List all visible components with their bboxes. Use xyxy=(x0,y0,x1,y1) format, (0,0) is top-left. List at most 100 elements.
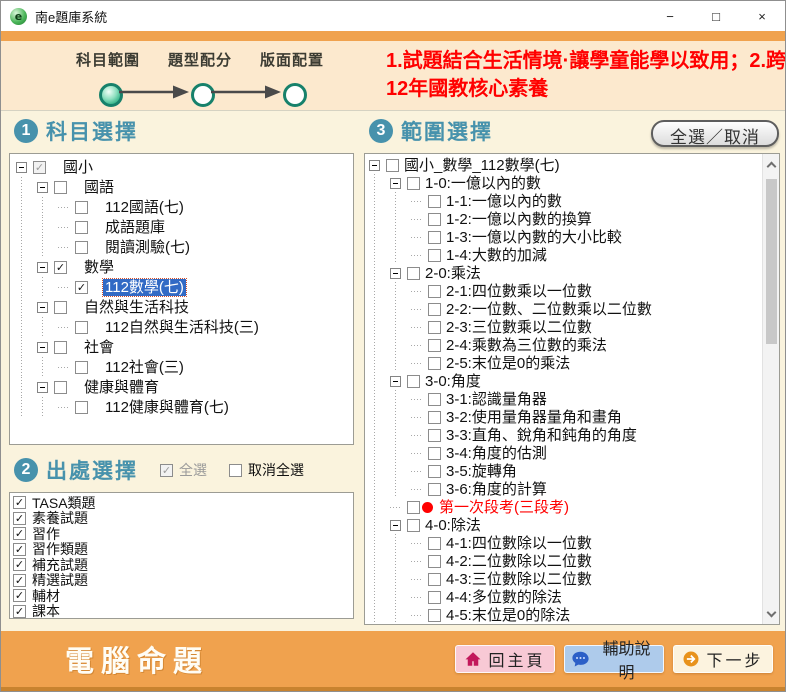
tree-row[interactable]: 健康與體育 xyxy=(16,377,353,397)
tree-row[interactable]: ✓ 數學 xyxy=(16,257,353,277)
tree-row[interactable]: 4-1:四位數除以一位數 xyxy=(369,534,762,552)
checkbox[interactable]: ✓ xyxy=(160,464,173,477)
tree-row[interactable]: 112社會(三) xyxy=(16,357,353,377)
checkbox[interactable] xyxy=(428,537,441,550)
scroll-down-button[interactable] xyxy=(763,605,779,622)
tree-label[interactable]: 國語 xyxy=(82,179,116,196)
source-list[interactable]: ✓TASA類題✓素養試題✓習作✓習作類題✓補充試題✓精選試題✓輔材✓課本 xyxy=(9,492,354,619)
tree-row[interactable]: 1-4:大數的加減 xyxy=(369,246,762,264)
source-item[interactable]: ✓課本 xyxy=(13,604,353,620)
tree-row[interactable]: 2-5:末位是0的乘法 xyxy=(369,354,762,372)
checkbox[interactable] xyxy=(428,555,441,568)
collapse-icon[interactable] xyxy=(16,162,27,173)
tree-row[interactable]: 3-4:角度的估測 xyxy=(369,444,762,462)
checkbox[interactable] xyxy=(386,159,399,172)
checkbox[interactable] xyxy=(428,339,441,352)
checkbox[interactable] xyxy=(428,303,441,316)
tree-label[interactable]: 數學 xyxy=(82,259,116,276)
checkbox[interactable]: ✓ xyxy=(33,161,46,174)
tree-row[interactable]: 成語題庫 xyxy=(16,217,353,237)
tree-row[interactable]: 1-1:一億以內的數 xyxy=(369,192,762,210)
tree-label[interactable]: 2-3:三位數乘以二位數 xyxy=(444,319,594,336)
tree-row[interactable]: 1-0:一億以內的數 xyxy=(369,174,762,192)
tree-label[interactable]: 1-0:一億以內的數 xyxy=(423,175,543,192)
checkbox[interactable] xyxy=(428,429,441,442)
tree-label[interactable]: 112自然與生活科技(三) xyxy=(103,319,261,336)
tree-row[interactable]: 2-3:三位數乘以二位數 xyxy=(369,318,762,336)
collapse-icon[interactable] xyxy=(390,520,401,531)
tree-label[interactable]: 3-2:使用量角器量角和畫角 xyxy=(444,409,624,426)
select-all-toggle-button[interactable]: 全選／取消 xyxy=(651,120,779,147)
checkbox[interactable]: ✓ xyxy=(13,558,26,571)
tree-label[interactable]: 健康與體育 xyxy=(82,379,161,396)
tree-label[interactable]: 2-5:末位是0的乘法 xyxy=(444,355,572,372)
checkbox[interactable]: ✓ xyxy=(13,589,26,602)
tree-label[interactable]: 國小 xyxy=(61,159,95,176)
checkbox[interactable] xyxy=(75,241,88,254)
tree-label[interactable]: 112國語(七) xyxy=(103,199,186,216)
checkbox[interactable]: ✓ xyxy=(13,512,26,525)
tree-label[interactable]: 1-1:一億以內的數 xyxy=(444,193,564,210)
tree-row[interactable]: 112健康與體育(七) xyxy=(16,397,353,417)
tree-row[interactable]: 4-5:末位是0的除法 xyxy=(369,606,762,624)
collapse-icon[interactable] xyxy=(390,178,401,189)
checkbox[interactable]: ✓ xyxy=(13,527,26,540)
checkbox[interactable] xyxy=(75,321,88,334)
tree-label[interactable]: 國小_數學_112數學(七) xyxy=(402,157,562,174)
tree-label[interactable]: 2-0:乘法 xyxy=(423,265,483,282)
tree-label[interactable]: 112健康與體育(七) xyxy=(103,399,231,416)
checkbox[interactable] xyxy=(428,573,441,586)
tree-row[interactable]: ✓112數學(七) xyxy=(16,277,353,297)
source-item[interactable]: ✓素養試題 xyxy=(13,511,353,527)
collapse-icon[interactable] xyxy=(37,382,48,393)
checkbox[interactable]: ✓ xyxy=(13,574,26,587)
tree-row[interactable]: 2-0:乘法 xyxy=(369,264,762,282)
checkbox[interactable] xyxy=(407,501,420,514)
tree-label[interactable]: 1-2:一億以內數的換算 xyxy=(444,211,594,228)
tree-row[interactable]: 1-2:一億以內數的換算 xyxy=(369,210,762,228)
tree-label[interactable]: 4-3:三位數除以二位數 xyxy=(444,571,594,588)
checkbox[interactable]: ✓ xyxy=(13,543,26,556)
tree-label[interactable]: 3-4:角度的估測 xyxy=(444,445,549,462)
checkbox[interactable]: ✓ xyxy=(13,605,26,618)
collapse-icon[interactable] xyxy=(37,182,48,193)
checkbox[interactable]: ✓ xyxy=(54,261,67,274)
collapse-icon[interactable] xyxy=(37,262,48,273)
tree-label[interactable]: 4-0:除法 xyxy=(423,517,483,534)
tree-row[interactable]: 第一次段考(三段考) xyxy=(369,498,762,516)
select-all-checkbox[interactable]: ✓ 全選 xyxy=(160,460,207,480)
tree-label[interactable]: 自然與生活科技 xyxy=(82,299,191,316)
tree-row[interactable]: 2-4:乘數為三位數的乘法 xyxy=(369,336,762,354)
close-button[interactable]: × xyxy=(739,1,785,31)
checkbox[interactable] xyxy=(75,201,88,214)
checkbox[interactable] xyxy=(428,483,441,496)
minimize-button[interactable]: − xyxy=(647,1,693,31)
source-item[interactable]: ✓精選試題 xyxy=(13,573,353,589)
tree-label[interactable]: 2-4:乘數為三位數的乘法 xyxy=(444,337,609,354)
checkbox[interactable] xyxy=(54,181,67,194)
checkbox[interactable] xyxy=(428,195,441,208)
tree-row[interactable]: 3-3:直角、銳角和鈍角的角度 xyxy=(369,426,762,444)
tree-row[interactable]: 3-1:認識量角器 xyxy=(369,390,762,408)
checkbox[interactable]: ✓ xyxy=(75,281,88,294)
checkbox[interactable] xyxy=(428,213,441,226)
tree-label[interactable]: 3-3:直角、銳角和鈍角的角度 xyxy=(444,427,639,444)
deselect-all-checkbox[interactable]: 取消全選 xyxy=(229,460,304,480)
checkbox[interactable] xyxy=(75,401,88,414)
checkbox[interactable] xyxy=(407,267,420,280)
tree-row[interactable]: 3-6:角度的計算 xyxy=(369,480,762,498)
checkbox[interactable] xyxy=(54,381,67,394)
checkbox[interactable] xyxy=(428,285,441,298)
tree-label[interactable]: 2-1:四位數乘以一位數 xyxy=(444,283,594,300)
collapse-icon[interactable] xyxy=(37,302,48,313)
tree-row[interactable]: 國語 xyxy=(16,177,353,197)
subject-tree[interactable]: ✓國小國語112國語(七)成語題庫閱讀測驗(七)✓數學✓112數學(七)自然與生… xyxy=(9,153,354,445)
step-layout[interactable]: 版面配置 xyxy=(232,49,352,70)
tree-label[interactable]: 成語題庫 xyxy=(103,219,167,236)
collapse-icon[interactable] xyxy=(390,376,401,387)
tree-row[interactable]: 4-3:三位數除以二位數 xyxy=(369,570,762,588)
tree-row[interactable]: ✓ 國小 xyxy=(16,157,353,177)
checkbox[interactable] xyxy=(428,231,441,244)
tree-row[interactable]: 3-2:使用量角器量角和畫角 xyxy=(369,408,762,426)
checkbox[interactable] xyxy=(428,447,441,460)
